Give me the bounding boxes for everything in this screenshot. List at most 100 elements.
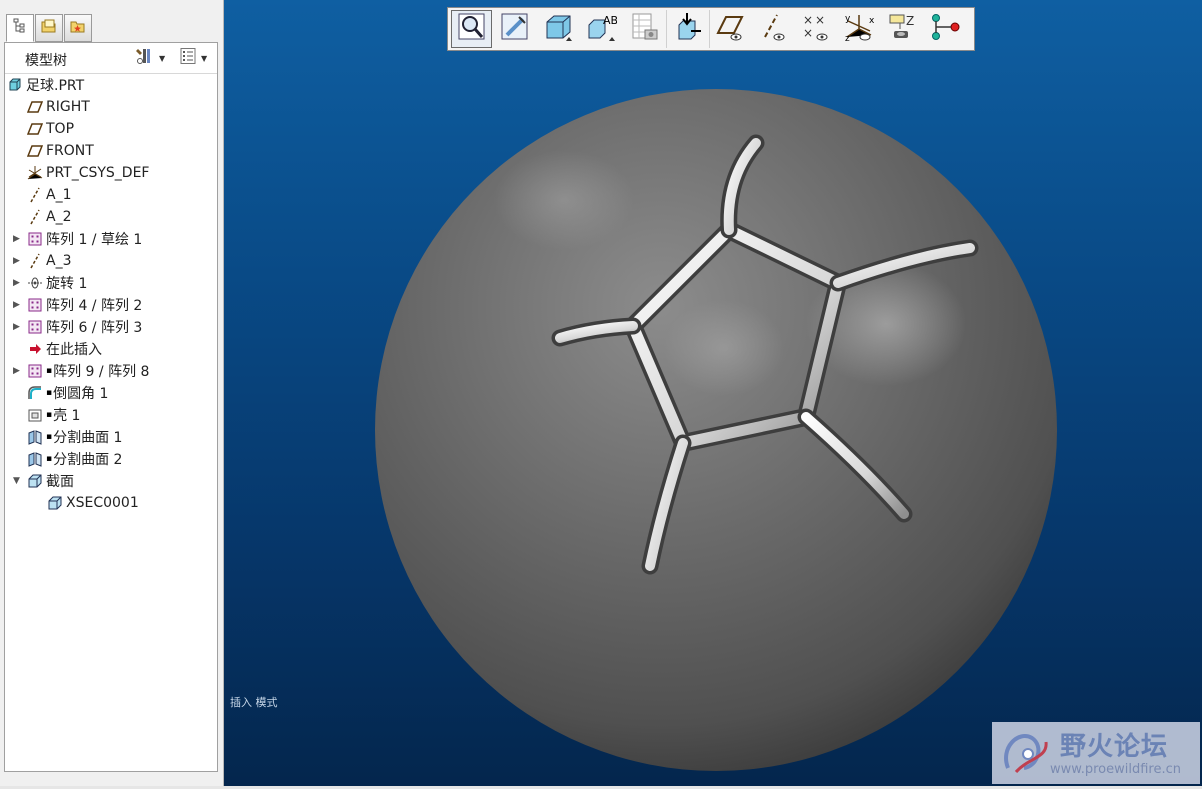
csys-display-icon: y z x (843, 11, 875, 47)
tree-node-label: 阵列 1 / 草绘 1 (46, 232, 143, 248)
datum-point-display-button[interactable]: × × × (795, 10, 836, 48)
expand-caret-icon[interactable]: ▶ (13, 322, 21, 332)
saved-views-button[interactable] (623, 10, 664, 48)
tree-node[interactable]: ▪ 分割曲面 2 (27, 448, 122, 470)
section-folder-icon (27, 473, 43, 489)
repaint-icon (499, 11, 531, 47)
annotation-display-button[interactable]: Z (881, 10, 922, 48)
expand-caret-icon[interactable]: ▶ (13, 256, 21, 266)
modified-marker-icon: ▪ (46, 388, 53, 398)
view-orientation-button[interactable] (537, 10, 578, 48)
tree-node-label: 倒圆角 1 (53, 386, 109, 402)
tree-node[interactable]: XSEC0001 (47, 492, 139, 514)
svg-text:x: x (869, 16, 875, 26)
tree-node[interactable]: 在此插入 (27, 338, 102, 360)
watermark-logo (998, 728, 1052, 782)
tree-node[interactable]: ▶ ▪ 阵列 9 / 阵列 8 (13, 360, 150, 382)
tree-node[interactable]: TOP (27, 118, 74, 140)
panel-tabs (6, 14, 93, 44)
tree-node-label: TOP (46, 121, 75, 137)
chevron-down-icon: ▼ (159, 53, 166, 63)
tree-node[interactable]: ▶ 阵列 4 / 阵列 2 (13, 294, 142, 316)
tree-node-label: RIGHT (46, 99, 90, 115)
spin-center-icon (671, 11, 703, 47)
feature-tree-display-icon (929, 11, 961, 47)
tree-node[interactable]: ▶ A_3 (13, 250, 71, 272)
datum-axis-icon (27, 253, 43, 269)
tree-node[interactable]: PRT_CSYS_DEF (27, 162, 149, 184)
expanded-caret-icon[interactable]: ▼ (13, 476, 21, 486)
named-views-icon: AB (585, 11, 618, 47)
settings-tools-icon (135, 47, 155, 69)
tree-node-label: 阵列 9 / 阵列 8 (53, 364, 150, 380)
tree-node[interactable]: 足球.PRT (7, 74, 84, 96)
datum-plane-display-button[interactable] (709, 10, 750, 48)
tree-node-label: 旋转 1 (46, 276, 88, 292)
coordinate-system-icon (27, 165, 43, 181)
tree-node[interactable]: FRONT (27, 140, 94, 162)
datum-axis-display-icon (757, 11, 789, 47)
tree-node[interactable]: RIGHT (27, 96, 90, 118)
tree-node[interactable]: ▪ 倒圆角 1 (27, 382, 108, 404)
saved-views-icon (628, 11, 660, 47)
zoom-button[interactable] (451, 10, 492, 48)
tree-node-label: 足球.PRT (26, 78, 85, 94)
datum-axis-icon (27, 209, 43, 225)
feature-tree-display-button[interactable] (924, 10, 965, 48)
spin-center-button[interactable] (666, 10, 707, 48)
svg-text:×: × (815, 13, 825, 27)
svg-text:z: z (845, 34, 850, 43)
tab-model-tree[interactable] (6, 14, 34, 42)
repaint-button[interactable] (494, 10, 535, 48)
expand-caret-icon[interactable]: ▶ (13, 278, 21, 288)
tree-node-label: FRONT (46, 143, 94, 159)
mode-status-text: 插入 模式 (230, 696, 278, 709)
model-tree-title: 模型树 (25, 53, 67, 69)
pattern-icon (27, 363, 43, 379)
datum-plane-icon (27, 99, 43, 115)
datum-plane-display-icon (714, 11, 746, 47)
tree-node-label: A_2 (46, 209, 72, 225)
tree-node[interactable]: A_2 (27, 206, 71, 228)
zoom-icon (456, 11, 488, 47)
tree-node[interactable]: ▶ 旋转 1 (13, 272, 88, 294)
tree-settings-button[interactable]: ▼ (135, 48, 169, 68)
soccer-ball-model[interactable] (374, 88, 1060, 778)
csys-display-button[interactable]: y z x (838, 10, 879, 48)
tree-node[interactable]: A_1 (27, 184, 71, 206)
tree-view-button[interactable]: ▼ (179, 48, 215, 68)
tree-node[interactable]: ▼ 截面 (13, 470, 74, 492)
modified-marker-icon: ▪ (46, 366, 53, 376)
tree-node[interactable]: ▪ 分割曲面 1 (27, 426, 122, 448)
tree-node[interactable]: ▶ 阵列 6 / 阵列 3 (13, 316, 142, 338)
tree-node-label: 分割曲面 2 (53, 452, 123, 468)
tab-folder-browser[interactable] (35, 14, 63, 42)
favorites-icon (69, 18, 87, 38)
graphics-window[interactable]: AB × × × yzx Z 插入 模式 野火论坛 www.proewildfi… (224, 0, 1202, 786)
tab-favorites[interactable] (64, 14, 92, 42)
view-orientation-icon (542, 11, 574, 47)
chevron-down-icon: ▼ (201, 53, 208, 63)
tree-node-label: PRT_CSYS_DEF (46, 165, 150, 181)
part-icon (7, 77, 23, 93)
shell-icon (27, 407, 43, 423)
expand-caret-icon[interactable]: ▶ (13, 366, 21, 376)
svg-text:×: × (803, 26, 813, 40)
tree-node-label: 在此插入 (46, 342, 102, 358)
svg-text:AB: AB (603, 14, 617, 27)
tree-node-label: A_1 (46, 187, 72, 203)
watermark-url: www.proewildfire.cn (1050, 762, 1181, 777)
pattern-icon (27, 231, 43, 247)
svg-text:×: × (803, 13, 813, 27)
datum-axis-display-button[interactable] (752, 10, 793, 48)
watermark-title: 野火论坛 (1060, 732, 1169, 762)
tree-node[interactable]: ▶ 阵列 1 / 草绘 1 (13, 228, 143, 250)
named-views-button[interactable]: AB (580, 10, 621, 48)
pattern-icon (27, 319, 43, 335)
tree-node[interactable]: ▪ 壳 1 (27, 404, 80, 426)
modified-marker-icon: ▪ (46, 410, 53, 420)
expand-caret-icon[interactable]: ▶ (13, 300, 21, 310)
expand-caret-icon[interactable]: ▶ (13, 234, 21, 244)
folder-browser-icon (40, 18, 58, 38)
datum-plane-icon (27, 143, 43, 159)
